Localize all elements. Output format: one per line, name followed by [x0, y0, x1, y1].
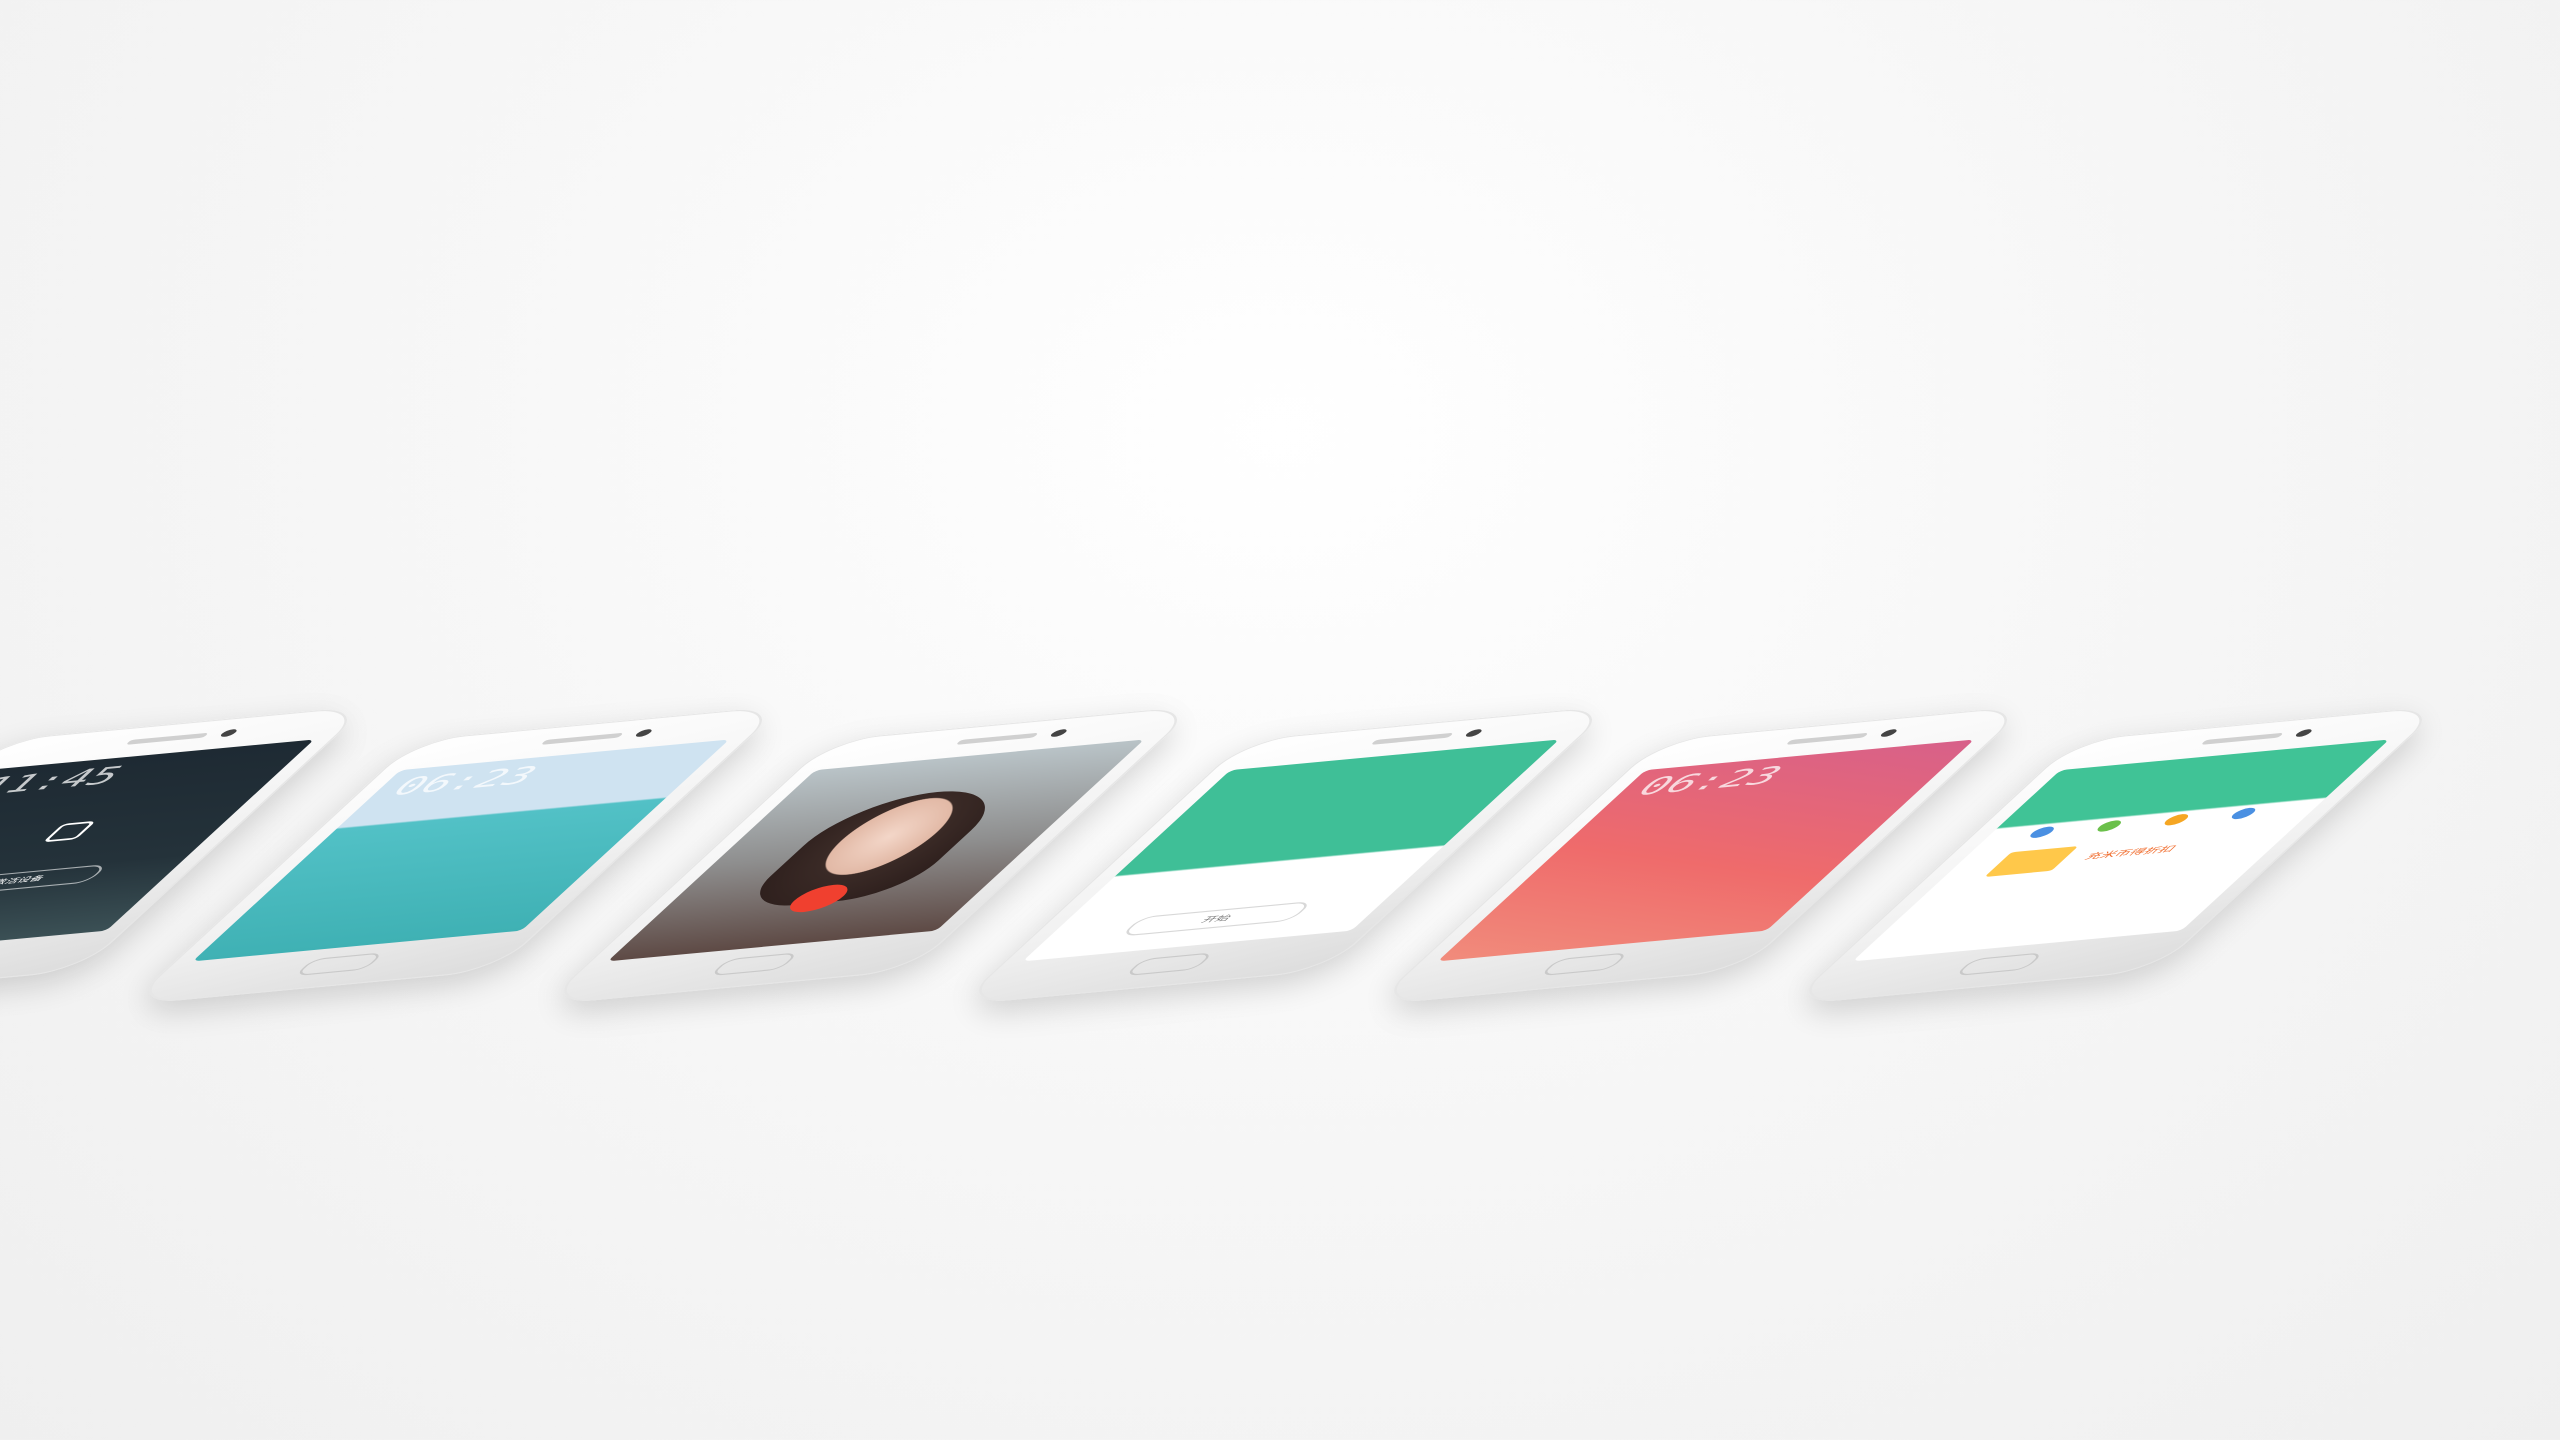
app-icon[interactable]	[2093, 819, 2126, 833]
lock-clock: 06:23	[1627, 760, 1793, 802]
unlock-icon	[42, 820, 97, 843]
app-icon[interactable]	[2160, 813, 2193, 827]
home-button[interactable]	[1539, 952, 1630, 977]
speaker-grille	[2200, 732, 2285, 745]
front-camera-icon	[2293, 728, 2315, 738]
promo-text[interactable]: 充米币得折扣	[2081, 842, 2181, 861]
home-button[interactable]	[1124, 952, 1215, 977]
front-camera-icon	[633, 728, 655, 738]
caller-video-image	[732, 784, 1022, 911]
front-camera-icon	[218, 728, 240, 738]
phone-6: 充米币得折扣	[1786, 700, 2560, 1200]
front-camera-icon	[1048, 728, 1070, 738]
speaker-grille	[540, 732, 625, 745]
speaker-grille	[125, 732, 210, 745]
app-icon[interactable]	[2026, 825, 2059, 839]
speaker-grille	[1370, 732, 1455, 745]
home-button[interactable]	[1954, 952, 2045, 977]
home-button[interactable]	[294, 952, 385, 977]
home-button[interactable]	[709, 952, 800, 977]
lock-clock: 11:45	[0, 760, 133, 802]
start-button[interactable]: 开始	[1119, 900, 1314, 937]
promo-card-image	[1984, 846, 2079, 877]
front-camera-icon	[1463, 728, 1485, 738]
lock-clock: 06:23	[382, 760, 548, 802]
speaker-grille	[1785, 732, 1870, 745]
app-icon[interactable]	[2227, 806, 2260, 820]
speaker-grille	[955, 732, 1040, 745]
product-hero: 11:45 激活设备 06:23 开始 06:23 充米币得折扣	[0, 0, 2560, 1440]
activate-device-button[interactable]: 激活设备	[0, 863, 109, 898]
front-camera-icon	[1878, 728, 1900, 738]
